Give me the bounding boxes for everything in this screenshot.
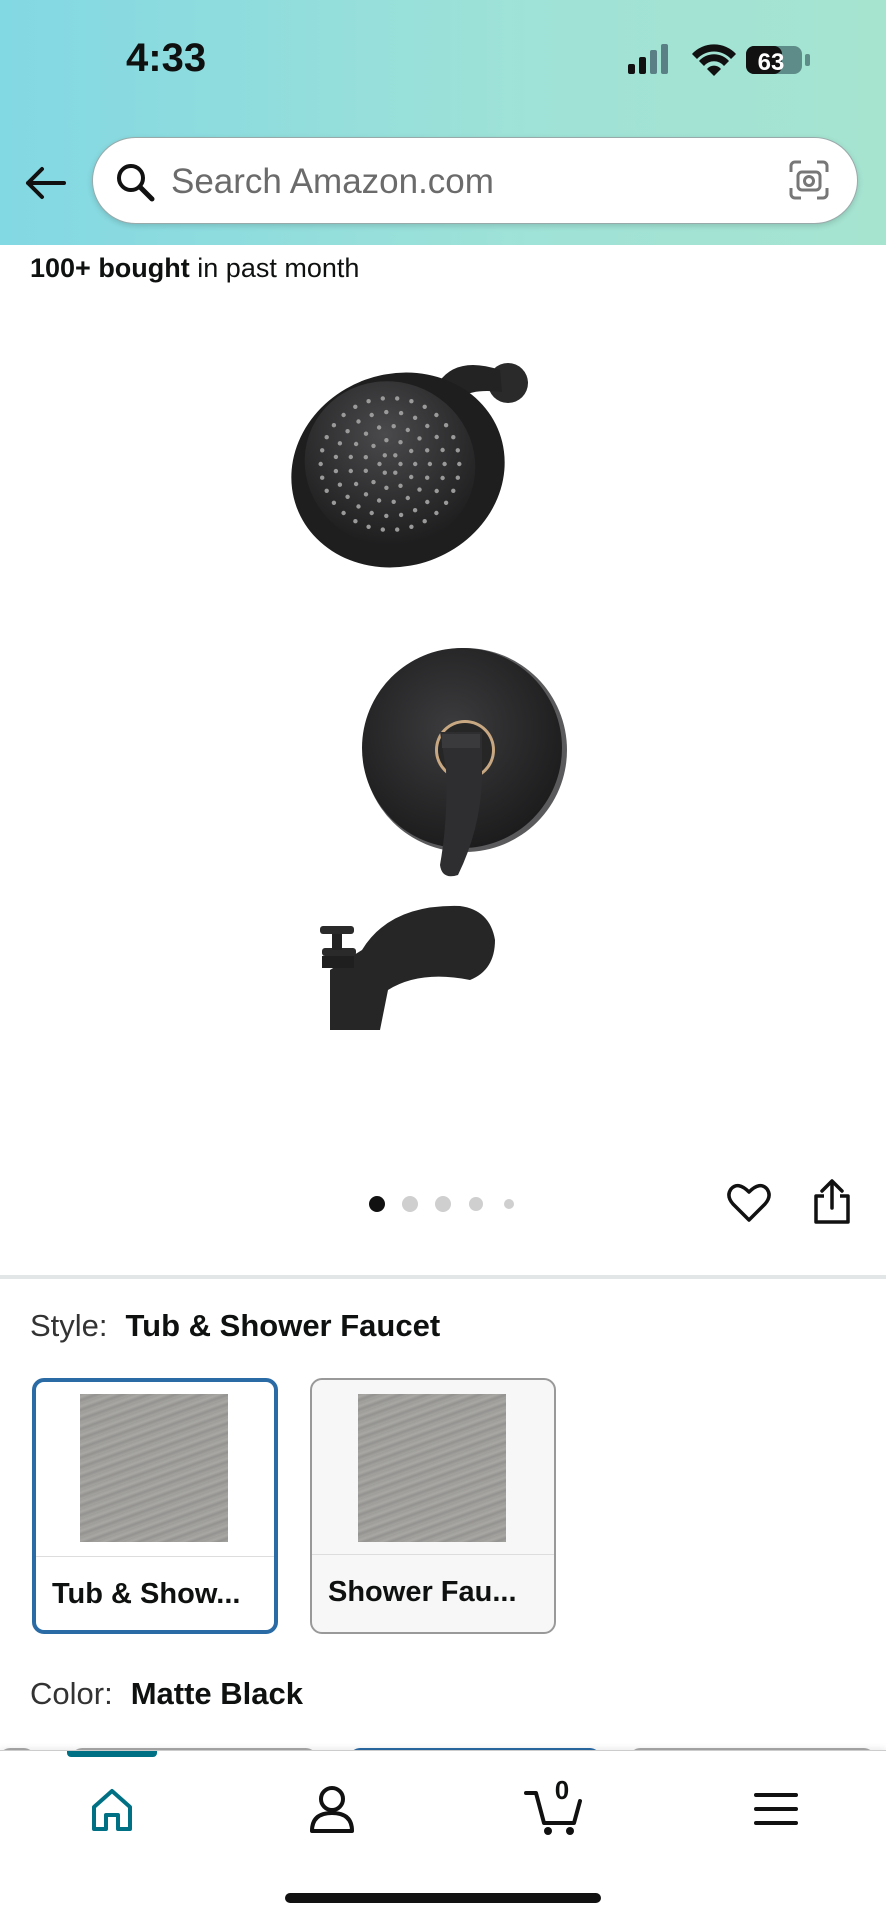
option-divider [36,1556,274,1557]
search-bar[interactable] [92,137,858,224]
pagination-dot [369,1196,385,1212]
pagination-dot [402,1196,418,1212]
top-header: 4:33 63 [0,0,886,245]
search-icon [117,164,155,202]
search-input[interactable] [169,146,763,218]
pagination-dot [504,1199,514,1209]
pagination-dot [469,1197,483,1211]
style-option-shower-faucet[interactable]: Shower Fau... [310,1378,556,1634]
status-time: 4:33 [126,36,207,80]
cellular-signal-icon [628,44,668,74]
back-arrow-icon[interactable] [22,160,68,206]
style-option-thumbnail [358,1394,506,1542]
section-divider [0,1275,886,1279]
battery-level: 63 [758,49,785,76]
image-pagination-dots[interactable] [368,1195,528,1213]
style-value: Tub & Shower Faucet [125,1308,441,1343]
camera-search-icon[interactable] [787,158,831,202]
shower-head [291,363,528,568]
pagination-dot [435,1196,451,1212]
bought-count: 100+ bought [30,253,190,283]
color-label: Color: [30,1676,113,1711]
color-row: Color: Matte Black [30,1676,303,1712]
option-divider [312,1554,554,1555]
status-icons: 63 [628,44,810,76]
style-row: Style: Tub & Shower Faucet [30,1308,440,1344]
share-icon[interactable] [810,1178,854,1226]
home-indicator [285,1893,601,1903]
heart-icon[interactable] [726,1180,772,1226]
home-icon[interactable] [82,1779,142,1839]
product-image[interactable] [270,330,600,1090]
menu-icon[interactable] [746,1779,806,1839]
bought-text: in past month [189,253,360,283]
nav-active-indicator [67,1751,157,1757]
style-option-label: Shower Fau... [328,1576,517,1608]
style-label: Style: [30,1308,108,1343]
style-option-thumbnail [80,1394,228,1542]
valve-trim [362,648,567,877]
color-value: Matte Black [130,1676,303,1711]
bought-in-past-month: 100+ bought in past month [30,253,359,284]
cart-count: 0 [554,1775,570,1805]
style-option-label: Tub & Show... [52,1578,241,1610]
account-icon[interactable] [302,1779,362,1839]
wifi-icon [692,44,736,76]
style-option-tub-shower[interactable]: Tub & Show... [32,1378,278,1634]
tub-spout [320,905,495,1030]
